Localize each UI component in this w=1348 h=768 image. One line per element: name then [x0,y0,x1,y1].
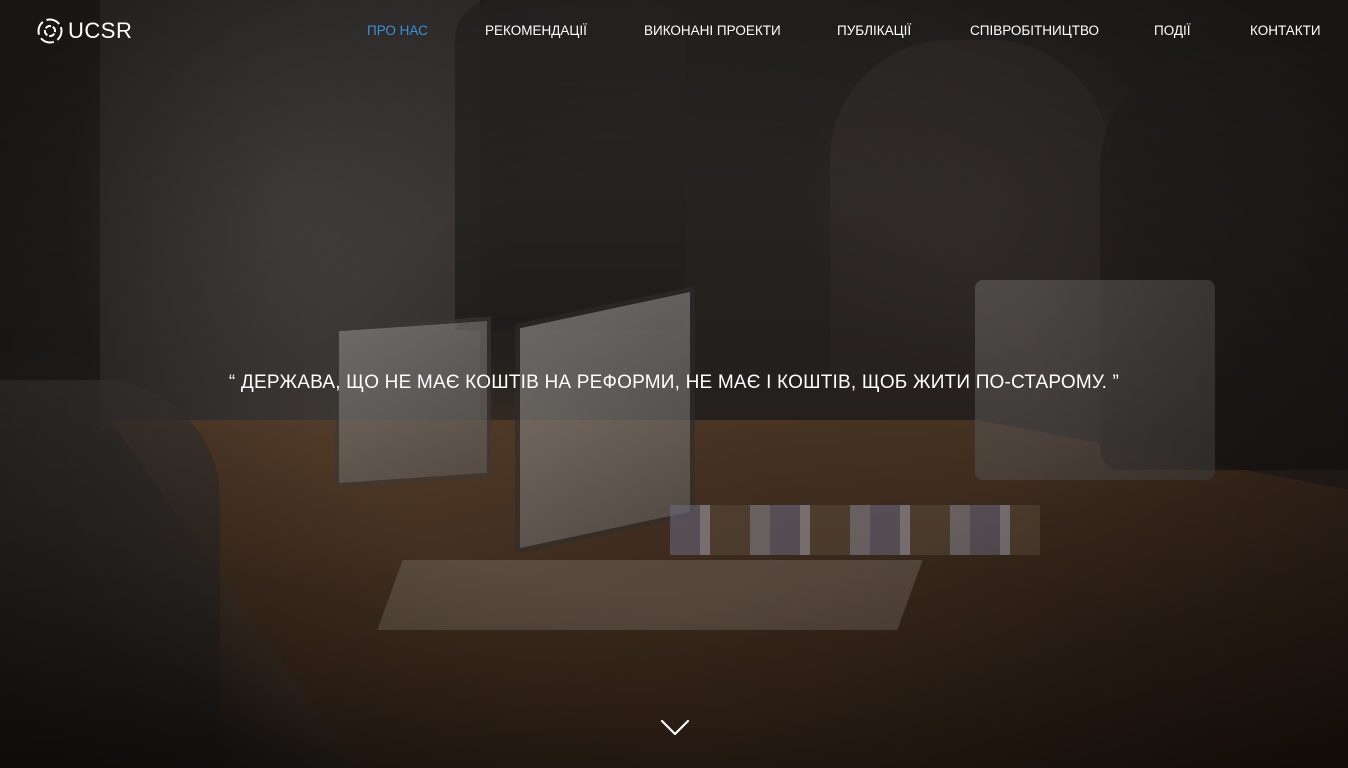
laptop-shape [515,285,695,555]
paper-shape [377,560,923,630]
whiteboard-shape [100,0,480,430]
nav-item-projects[interactable]: ВИКОНАНІ ПРОЕКТИ [644,22,781,40]
person-shape [0,380,220,768]
nav-item-events[interactable]: ПОДІЇ [1154,22,1191,40]
nav-item-about[interactable]: ПРО НАС [367,22,428,40]
nav-item-publications[interactable]: ПУБЛІКАЦІЇ [837,22,911,40]
books-shape [670,505,1040,555]
person-shape [830,40,1110,400]
logo-link[interactable]: UCSR [36,17,132,45]
site-header: UCSR ПРО НАС РЕКОМЕНДАЦІЇ ВИКОНАНІ ПРОЕК… [0,0,1348,62]
nav-item-recommendations[interactable]: РЕКОМЕНДАЦІЇ [485,22,587,40]
hero-quote: “ ДЕРЖАВА, ЩО НЕ МАЄ КОШТІВ НА РЕФОРМИ, … [228,372,1120,393]
laptop-shape [335,316,491,488]
hero-section: UCSR ПРО НАС РЕКОМЕНДАЦІЇ ВИКОНАНІ ПРОЕК… [0,0,1348,768]
table-shape [110,420,1348,768]
nav-item-contacts[interactable]: КОНТАКТИ [1250,22,1321,40]
nav-item-cooperation[interactable]: СПІВРОБІТНИЦТВО [970,22,1099,40]
person-shape [1100,50,1348,470]
chevron-down-icon [660,719,690,736]
logo-icon [37,18,63,44]
scroll-down-button[interactable] [659,716,691,738]
logo-text: UCSR [68,18,133,43]
